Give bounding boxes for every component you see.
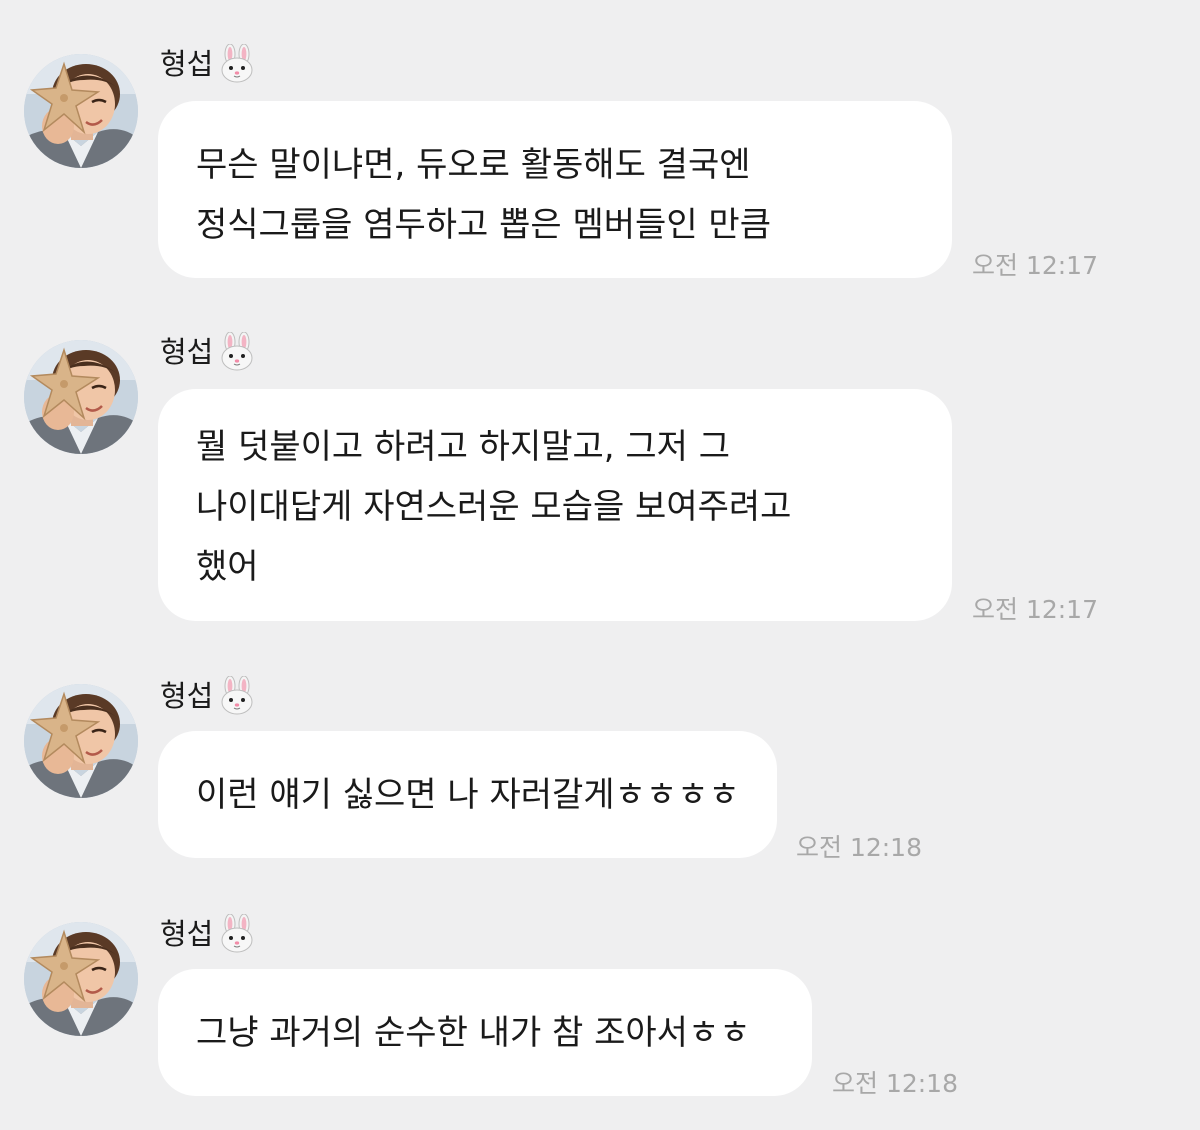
sender-name-label: 형섭: [160, 679, 214, 713]
rabbit-face-icon: [217, 44, 257, 84]
avatar[interactable]: [24, 684, 138, 798]
sender-name: 형섭: [160, 44, 257, 84]
message-bubble[interactable]: 뭘 덧붙이고 하려고 하지말고, 그저 그 나이대답게 자연스러운 모습을 보여…: [158, 389, 952, 621]
sender-name: 형섭: [160, 332, 257, 372]
sender-name: 형섭: [160, 914, 257, 954]
message-text-line: 무슨 말이냐면, 듀오로 활동해도 결국엔: [196, 145, 751, 185]
message-timestamp: 오전 12:17: [972, 595, 1098, 624]
rabbit-face-icon: [217, 914, 257, 954]
sender-name-label: 형섭: [160, 917, 214, 951]
message-text-line: 이런 얘기 싫으면 나 자러갈게ㅎㅎㅎㅎ: [196, 775, 740, 815]
message-text-line: 나이대답게 자연스러운 모습을 보여주려고: [196, 487, 792, 527]
message-bubble[interactable]: 이런 얘기 싫으면 나 자러갈게ㅎㅎㅎㅎ: [158, 731, 777, 858]
rabbit-face-icon: [217, 676, 257, 716]
rabbit-face-icon: [217, 332, 257, 372]
avatar[interactable]: [24, 54, 138, 168]
sender-name: 형섭: [160, 676, 257, 716]
message-timestamp: 오전 12:18: [832, 1069, 958, 1098]
message-bubble[interactable]: 그냥 과거의 순수한 내가 참 조아서ㅎㅎ: [158, 969, 812, 1096]
message-text-line: 했어: [196, 547, 259, 587]
sender-name-label: 형섭: [160, 47, 214, 81]
message-text-line: 뭘 덧붙이고 하려고 하지말고, 그저 그: [196, 427, 731, 467]
message-timestamp: 오전 12:17: [972, 251, 1098, 280]
avatar[interactable]: [24, 340, 138, 454]
message-text-line: 그냥 과거의 순수한 내가 참 조아서ㅎㅎ: [196, 1013, 751, 1053]
avatar[interactable]: [24, 922, 138, 1036]
message-timestamp: 오전 12:18: [796, 833, 922, 862]
sender-name-label: 형섭: [160, 335, 214, 369]
message-text-line: 정식그룹을 염두하고 뽑은 멤버들인 만큼: [196, 205, 771, 245]
message-bubble[interactable]: 무슨 말이냐면, 듀오로 활동해도 결국엔 정식그룹을 염두하고 뽑은 멤버들인…: [158, 101, 952, 278]
